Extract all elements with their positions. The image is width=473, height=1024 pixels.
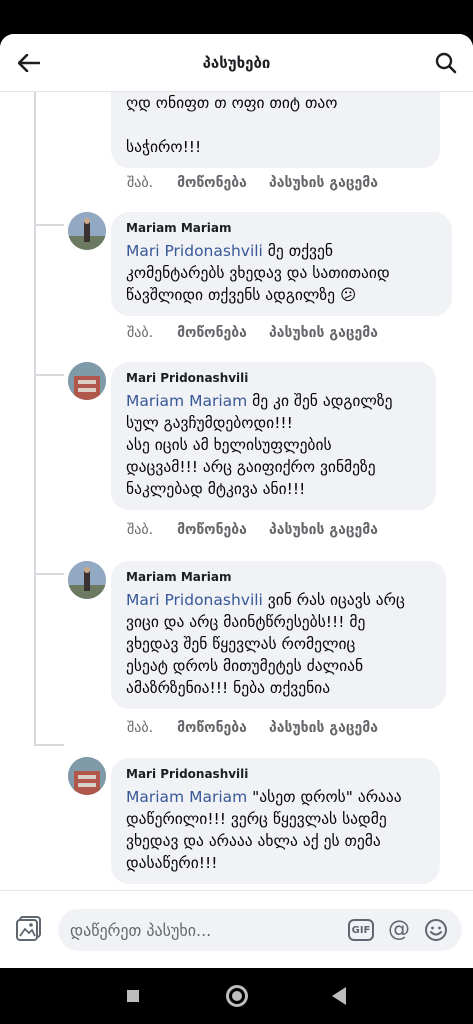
reply-button[interactable]: პასუხის გაცემა bbox=[269, 175, 378, 191]
mention-link[interactable]: Mariam Mariam bbox=[126, 392, 247, 410]
comment-actions: შაბ. მოწონება პასუხის გაცემა bbox=[127, 325, 378, 341]
avatar[interactable] bbox=[68, 212, 106, 250]
reply-input[interactable]: დაწერეთ პასუხი... GIF @ bbox=[58, 909, 462, 951]
comment-bubble[interactable]: Mari Pridonashvili Mariam Mariam "ასეთ დ… bbox=[111, 758, 440, 884]
recent-apps-icon[interactable] bbox=[127, 990, 139, 1002]
search-icon bbox=[435, 52, 457, 74]
like-button[interactable]: მოწონება bbox=[177, 720, 247, 736]
system-navbar bbox=[0, 968, 473, 1024]
comment-author[interactable]: Mari Pridonashvili bbox=[126, 766, 426, 782]
back-button[interactable] bbox=[14, 49, 44, 77]
reply-placeholder[interactable]: დაწერეთ პასუხი... bbox=[70, 921, 348, 940]
comment-actions: შაბ. მოწონება პასუხის გაცემა bbox=[127, 175, 378, 191]
reply-composer: დაწერეთ პასუხი... GIF @ bbox=[0, 890, 473, 968]
comment-actions: შაბ. მოწონება პასუხის გაცემა bbox=[127, 720, 378, 736]
comment-time: შაბ. bbox=[127, 175, 154, 191]
reply-button[interactable]: პასუხის გაცემა bbox=[269, 325, 378, 341]
home-icon[interactable] bbox=[226, 985, 248, 1007]
like-button[interactable]: მოწონება bbox=[177, 522, 247, 538]
like-button[interactable]: მოწონება bbox=[177, 175, 247, 191]
gif-button[interactable]: GIF bbox=[348, 919, 374, 941]
comment-bubble[interactable]: ღდ ონიფთ თ ოფი თიტ თაო საჭირო!!! bbox=[111, 92, 440, 168]
mention-link[interactable]: Mariam Mariam bbox=[126, 788, 247, 806]
mention-link[interactable]: Mari Pridonashvili bbox=[126, 242, 263, 260]
comment-text: ღდ ონიფთ თ ოფი თიტ თაო საჭირო!!! bbox=[126, 94, 338, 156]
back-triangle-icon[interactable] bbox=[332, 987, 346, 1005]
comment-bubble[interactable]: Mariam Mariam Mari Pridonashvili მე თქვე… bbox=[111, 212, 452, 316]
comment-time: შაბ. bbox=[127, 720, 154, 736]
comment-actions: შაბ. მოწონება პასუხის გაცემა bbox=[127, 522, 378, 538]
comment-text: Mariam Mariam მე კი შენ ადგილზე სულ გავჩ… bbox=[126, 392, 393, 498]
avatar[interactable] bbox=[68, 561, 106, 599]
emoji-button[interactable] bbox=[424, 918, 448, 942]
thread-connector bbox=[34, 573, 64, 575]
mention-button[interactable]: @ bbox=[388, 919, 410, 941]
reply-thread[interactable]: ღდ ონიფთ თ ოფი თიტ თაო საჭირო!!! შაბ. მო… bbox=[0, 92, 473, 890]
avatar[interactable] bbox=[68, 757, 106, 795]
comment-bubble[interactable]: Mariam Mariam Mari Pridonashvili ვინ რას… bbox=[111, 561, 446, 709]
photo-icon bbox=[16, 916, 41, 941]
thread-connector bbox=[34, 374, 64, 376]
thread-connector bbox=[34, 224, 64, 226]
comment-author[interactable]: Mari Pridonashvili bbox=[126, 370, 422, 386]
comment-text: Mari Pridonashvili მე თქვენ კომენტარებს … bbox=[126, 242, 390, 304]
comment-bubble[interactable]: Mari Pridonashvili Mariam Mariam მე კი შ… bbox=[111, 362, 436, 510]
header: პასუხები bbox=[0, 34, 473, 92]
mention-link[interactable]: Mari Pridonashvili bbox=[126, 591, 263, 609]
comment-author[interactable]: Mariam Mariam bbox=[126, 569, 432, 585]
avatar[interactable] bbox=[68, 362, 106, 400]
status-bar bbox=[0, 0, 473, 36]
comment-author[interactable]: Mariam Mariam bbox=[126, 220, 438, 236]
like-button[interactable]: მოწონება bbox=[177, 325, 247, 341]
reply-button[interactable]: პასუხის გაცემა bbox=[269, 720, 378, 736]
photo-button[interactable] bbox=[14, 913, 44, 943]
search-button[interactable] bbox=[431, 48, 461, 78]
thread-line bbox=[34, 92, 36, 745]
thread-connector bbox=[34, 744, 64, 746]
replies-sheet: პასუხები ღდ ონიფთ თ ოფი თიტ თაო საჭირო!!… bbox=[0, 34, 473, 968]
comment-time: შაბ. bbox=[127, 325, 154, 341]
arrow-left-icon bbox=[18, 54, 40, 72]
page-title: პასუხები bbox=[202, 53, 271, 72]
comment-time: შაბ. bbox=[127, 522, 154, 538]
comment-text: Mari Pridonashvili ვინ რას იცავს არც ვიც… bbox=[126, 591, 405, 697]
reply-button[interactable]: პასუხის გაცემა bbox=[269, 522, 378, 538]
comment-text: Mariam Mariam "ასეთ დროს" არააა დაწერილი… bbox=[126, 788, 402, 872]
smiley-icon bbox=[425, 919, 447, 941]
